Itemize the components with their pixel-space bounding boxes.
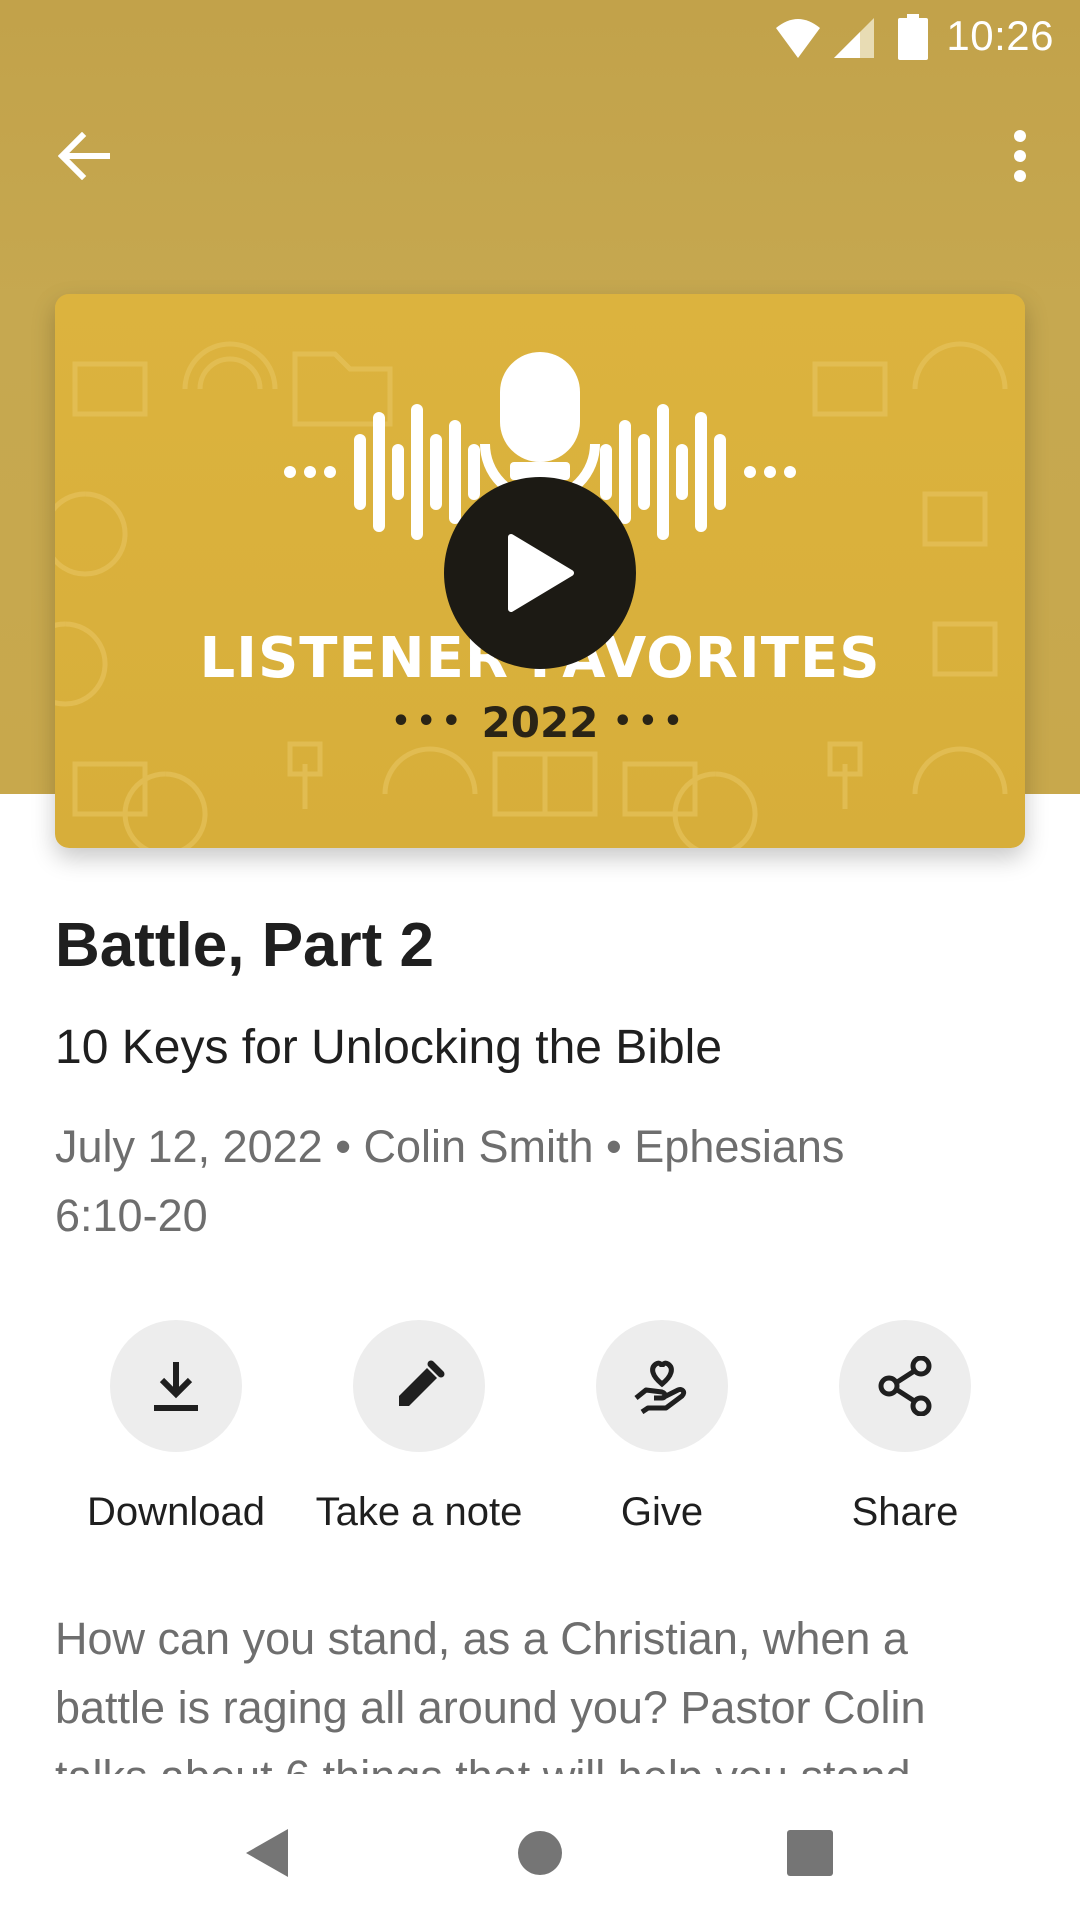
nav-home-icon bbox=[518, 1831, 562, 1875]
artwork-year: ••• 2022 ••• bbox=[55, 698, 1025, 747]
episode-meta: July 12, 2022 • Colin Smith • Ephesians … bbox=[55, 1121, 845, 1241]
system-navigation-bar bbox=[0, 1778, 1080, 1920]
year-dots-right: ••• bbox=[613, 704, 689, 739]
more-options-button[interactable] bbox=[980, 116, 1060, 196]
share-button[interactable]: Share bbox=[785, 1320, 1025, 1535]
pencil-icon bbox=[399, 1360, 445, 1406]
take-note-circle bbox=[353, 1320, 485, 1452]
episode-description: How can you stand, as a Christian, when … bbox=[55, 1613, 926, 1774]
more-vert-icon bbox=[1014, 130, 1026, 182]
play-icon bbox=[508, 534, 574, 612]
cell-signal-icon bbox=[834, 18, 874, 58]
share-circle bbox=[839, 1320, 971, 1452]
give-circle bbox=[596, 1320, 728, 1452]
status-time: 10:26 bbox=[946, 12, 1054, 59]
nav-back-button[interactable] bbox=[222, 1808, 312, 1898]
series-title: 10 Keys for Unlocking the Bible bbox=[55, 1021, 723, 1074]
give-button[interactable]: Give bbox=[542, 1320, 782, 1535]
take-note-button[interactable]: Take a note bbox=[299, 1320, 539, 1535]
nav-recents-button[interactable] bbox=[765, 1808, 855, 1898]
share-icon bbox=[878, 1356, 932, 1416]
play-button[interactable] bbox=[444, 477, 636, 669]
nav-back-icon bbox=[246, 1829, 288, 1877]
battery-icon bbox=[898, 14, 928, 60]
nav-recents-icon bbox=[787, 1830, 833, 1876]
wifi-icon bbox=[776, 19, 820, 58]
take-note-label: Take a note bbox=[315, 1490, 523, 1534]
arrow-back-icon bbox=[58, 132, 110, 180]
download-button[interactable]: Download bbox=[56, 1320, 296, 1535]
give-label: Give bbox=[620, 1490, 704, 1534]
artwork-year-text: 2022 bbox=[481, 698, 599, 747]
share-label: Share bbox=[851, 1490, 959, 1534]
episode-title: Battle, Part 2 bbox=[55, 911, 435, 980]
status-bar: 10:26 bbox=[0, 0, 1080, 76]
download-label: Download bbox=[87, 1490, 265, 1534]
nav-home-button[interactable] bbox=[495, 1808, 585, 1898]
download-circle bbox=[110, 1320, 242, 1452]
year-dots-left: ••• bbox=[391, 704, 467, 739]
hand-heart-icon bbox=[634, 1360, 687, 1414]
back-button[interactable] bbox=[44, 116, 124, 196]
download-icon bbox=[154, 1362, 198, 1411]
